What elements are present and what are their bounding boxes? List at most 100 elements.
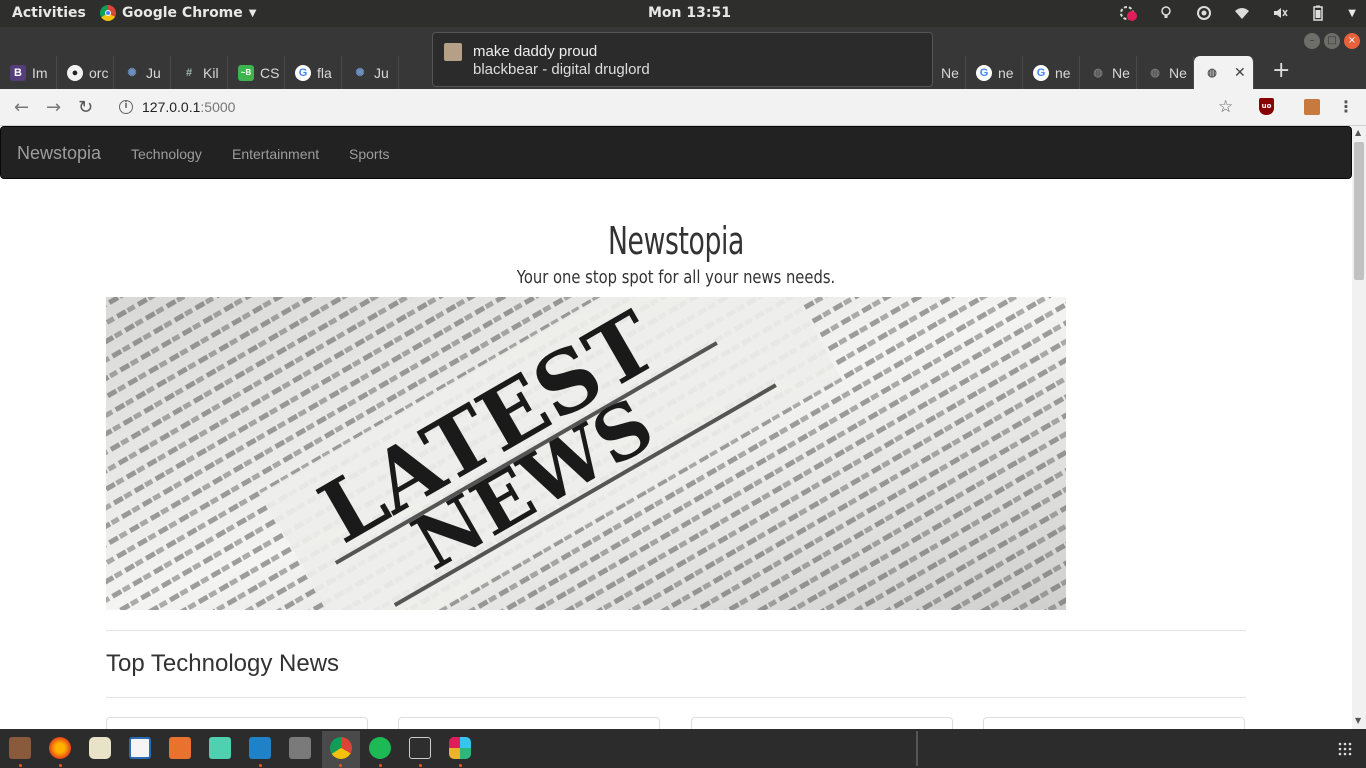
password-manager-icon[interactable] <box>89 737 111 759</box>
notification-title: make daddy proud <box>473 43 598 60</box>
close-window-icon[interactable]: × <box>1344 33 1360 49</box>
info-icon[interactable]: i <box>119 100 133 114</box>
window-controls: – □ × <box>1304 33 1360 49</box>
spotify-icon[interactable] <box>369 737 391 759</box>
google-icon: G <box>295 64 311 81</box>
ublock-icon[interactable]: uo <box>1259 98 1274 115</box>
extension-icon[interactable] <box>1304 99 1320 115</box>
menu-kebab-icon[interactable]: ⋮ <box>1338 97 1354 116</box>
wifi-icon[interactable] <box>1234 5 1250 21</box>
slack-tray-icon[interactable] <box>1120 5 1138 21</box>
running-indicator <box>259 764 262 767</box>
files-icon[interactable] <box>9 737 31 759</box>
hero-title: Newstopia <box>607 219 744 263</box>
news-card[interactable] <box>983 717 1245 729</box>
software-center-icon[interactable] <box>169 737 191 759</box>
active-tab[interactable]: ◍ ✕ <box>1194 56 1254 89</box>
tab-label: Ju <box>374 64 389 81</box>
slack-dock-icon[interactable] <box>449 737 471 759</box>
system-tray[interactable]: ▼ <box>1120 3 1356 23</box>
chrome-dock-icon[interactable] <box>330 737 352 759</box>
news-card[interactable] <box>398 717 660 729</box>
document-viewer-icon[interactable] <box>129 737 151 759</box>
new-tab-icon[interactable]: + <box>1272 56 1290 89</box>
nav-link-entertainment[interactable]: Entertainment <box>232 146 319 162</box>
tab[interactable]: Gfla <box>285 56 342 89</box>
nav-link-sports[interactable]: Sports <box>349 146 389 162</box>
globe-icon: ◍ <box>1207 67 1217 79</box>
system-top-bar: Activities Google Chrome ▼ Mon 13:51 ▼ <box>0 0 1366 27</box>
page-scrollbar[interactable]: ▲ ▼ <box>1352 126 1366 729</box>
tab[interactable]: ● orc <box>57 56 114 89</box>
tab[interactable]: ◍ Ne <box>1080 56 1137 89</box>
app-menu[interactable]: Google Chrome ▼ <box>100 5 256 21</box>
globe-icon: ◍ <box>1150 67 1160 79</box>
tab[interactable]: Gne <box>966 56 1023 89</box>
system-menu-chevron-icon[interactable]: ▼ <box>1348 8 1356 19</box>
tab-label: fla <box>317 64 332 81</box>
running-indicator <box>59 764 62 767</box>
tab[interactable]: Gne <box>1023 56 1080 89</box>
media-notification[interactable]: make daddy proud blackbear - digital dru… <box>432 32 933 87</box>
globe-icon: ◍ <box>1093 67 1103 79</box>
github-icon: ● <box>67 64 83 81</box>
scroll-down-icon[interactable]: ▼ <box>1355 716 1361 725</box>
vpn-icon[interactable] <box>1196 5 1212 21</box>
battery-icon[interactable] <box>1310 5 1326 21</box>
hero-subtitle: Your one stop spot for all your news nee… <box>516 267 836 288</box>
news-card[interactable] <box>106 717 368 729</box>
activities-button[interactable]: Activities <box>12 5 86 21</box>
running-indicator <box>459 764 462 767</box>
notes-icon[interactable] <box>209 737 231 759</box>
divider <box>106 697 1246 698</box>
tab[interactable]: ✺ Ju <box>114 56 171 89</box>
terminal-icon[interactable] <box>409 737 431 759</box>
star-icon[interactable]: ☆ <box>1218 97 1233 117</box>
back-arrow-icon[interactable]: ← <box>14 97 29 118</box>
hash-icon: # <box>185 66 193 79</box>
news-card[interactable] <box>691 717 953 729</box>
url-host: 127.0.0.1 <box>142 99 201 115</box>
nav-link-technology[interactable]: Technology <box>131 146 202 162</box>
reload-icon[interactable]: ↻ <box>78 97 93 118</box>
image-editor-icon[interactable] <box>289 737 311 759</box>
clock[interactable]: Mon 13:51 <box>648 5 731 21</box>
google-icon: G <box>1033 64 1049 81</box>
tab-label: Im <box>32 64 48 81</box>
tab[interactable]: B Im <box>0 56 57 89</box>
bootstrap-icon: B <box>10 64 26 81</box>
site-navbar: Newstopia Technology Entertainment Sport… <box>0 126 1352 179</box>
running-indicator <box>19 764 22 767</box>
dock-separator <box>916 731 918 766</box>
app-menu-label: Google Chrome <box>122 5 243 21</box>
notification-body: blackbear - digital druglord <box>473 61 650 78</box>
divider <box>106 630 1246 631</box>
close-tab-icon[interactable]: ✕ <box>1234 64 1246 81</box>
show-apps-icon[interactable] <box>1338 742 1352 756</box>
tab-label: Kil <box>203 64 219 81</box>
tab-label: Ne <box>1169 64 1187 81</box>
newspaper-illustration: LATEST NEWS <box>106 297 1066 610</box>
minimize-icon[interactable]: – <box>1304 33 1320 49</box>
tab[interactable]: ◍ Ne <box>1137 56 1194 89</box>
address-bar[interactable]: 127.0.0.1:5000 <box>142 99 235 115</box>
jupyter-icon: ✺ <box>355 67 365 79</box>
running-indicator <box>339 764 342 767</box>
vscode-icon[interactable] <box>249 737 271 759</box>
tab[interactable]: ✺ Ju <box>342 56 399 89</box>
tab-label: CS <box>260 64 280 81</box>
tab[interactable]: # Kil <box>171 56 228 89</box>
maximize-icon[interactable]: □ <box>1324 33 1340 49</box>
tab-label: Ne <box>1112 64 1130 81</box>
lightbulb-icon[interactable] <box>1158 5 1174 21</box>
volume-muted-icon[interactable] <box>1272 5 1288 21</box>
scroll-thumb[interactable] <box>1354 142 1364 280</box>
firefox-icon[interactable] <box>49 737 71 759</box>
tab[interactable]: ~B CS <box>228 56 285 89</box>
forward-arrow-icon[interactable]: → <box>46 97 61 118</box>
url-port: :5000 <box>200 99 236 115</box>
taskbar <box>0 729 1366 768</box>
navbar-brand[interactable]: Newstopia <box>17 143 101 164</box>
google-icon: G <box>976 64 992 81</box>
scroll-up-icon[interactable]: ▲ <box>1355 128 1361 137</box>
